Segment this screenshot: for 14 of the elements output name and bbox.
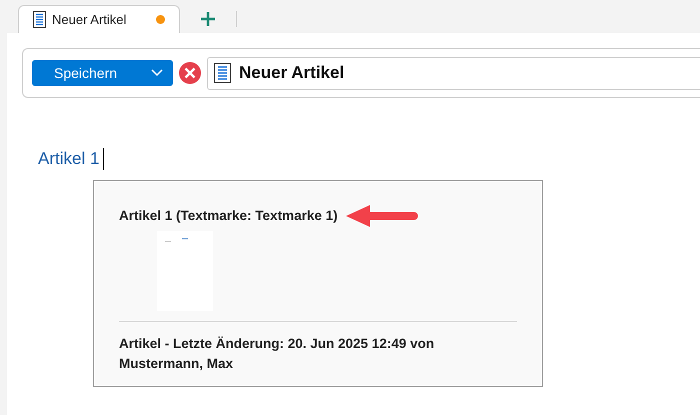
document-title: Neuer Artikel	[239, 62, 344, 84]
article-heading: Artikel 1	[38, 148, 100, 170]
text-cursor	[103, 148, 104, 170]
save-dropdown-button[interactable]: Speichern	[32, 60, 173, 86]
card-footer-text: Artikel - Letzte Änderung: 20. Jun 2025 12:49 von Mustermann, Max	[119, 335, 436, 373]
cancel-icon[interactable]	[179, 62, 201, 84]
document-icon	[33, 11, 46, 28]
caret-icon	[151, 69, 163, 77]
document-tab[interactable]: Neuer Artikel	[18, 5, 180, 33]
card-title: Artikel 1 (Textmarke: Textmarke 1)	[119, 206, 338, 225]
arrow-icon	[344, 203, 420, 229]
title-field[interactable]: Neuer Artikel	[207, 56, 700, 90]
add-tab-icon[interactable]	[200, 11, 216, 27]
document-icon	[214, 63, 231, 83]
